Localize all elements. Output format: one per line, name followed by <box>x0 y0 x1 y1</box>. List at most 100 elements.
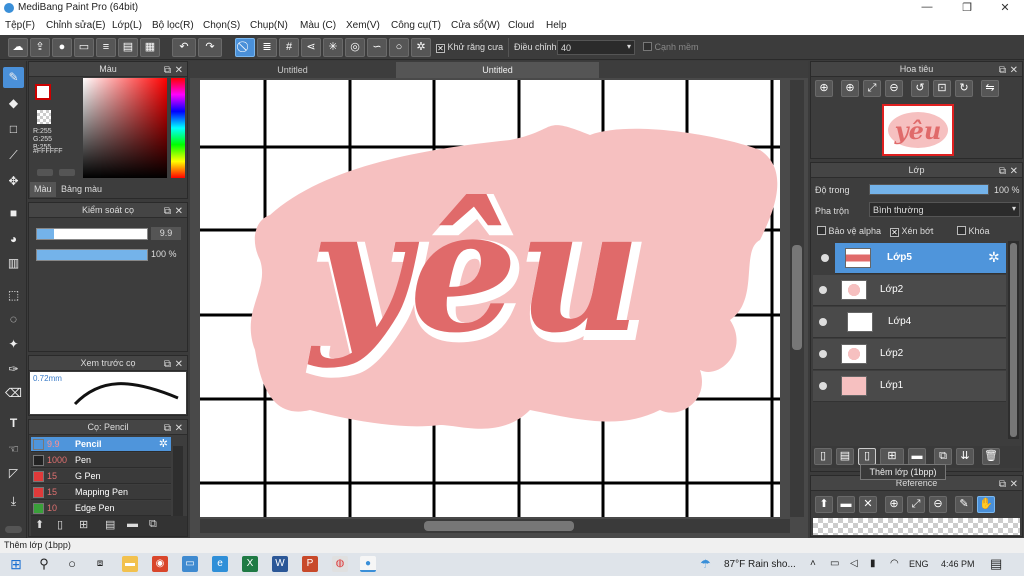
adjust-select[interactable]: 40 ▾ <box>557 40 635 55</box>
menu-help[interactable]: Help <box>546 20 567 31</box>
menu-view[interactable]: Xem(V) <box>346 20 380 31</box>
weather-icon[interactable]: ☂ <box>700 557 711 571</box>
menu-layer[interactable]: Lớp(L) <box>112 20 142 31</box>
circle-snap-icon[interactable]: ◎ <box>345 38 365 57</box>
share-icon[interactable]: ⇪ <box>30 38 50 57</box>
reference-upload-icon[interactable]: ⬆ <box>815 496 833 513</box>
cloud-icon[interactable]: ☁ <box>8 38 28 57</box>
comment-icon[interactable]: ● <box>52 38 72 57</box>
divide-tool-icon[interactable]: ◸ <box>3 463 24 484</box>
zoom-in-2-icon[interactable]: ⊕ <box>841 80 859 97</box>
menu-cloud[interactable]: Cloud <box>508 20 534 31</box>
layer-list-scrollbar[interactable] <box>1008 241 1019 439</box>
new-layer-icon[interactable]: ▯ <box>814 448 832 465</box>
menu-file[interactable]: Tệp(F) <box>5 20 35 31</box>
undo-icon[interactable]: ↶ <box>172 38 196 57</box>
reference-eyedropper-icon[interactable]: ✎ <box>955 496 973 513</box>
clock[interactable]: 4:46 PM <box>941 559 975 569</box>
close-button[interactable]: ✕ <box>986 1 1024 16</box>
layer-scroll-thumb[interactable] <box>1010 243 1017 437</box>
monitor-icon[interactable]: ▭ <box>74 38 94 57</box>
brush-size-slider[interactable] <box>36 228 148 240</box>
clipping-checkbox[interactable]: ✕ Xén bớt <box>890 226 933 237</box>
reference-zoom-in-icon[interactable]: ⊕ <box>885 496 903 513</box>
rotate-right-icon[interactable]: ↻ <box>955 80 973 97</box>
menu-color[interactable]: Màu (C) <box>300 20 336 31</box>
duplicate-layer-icon[interactable]: ⧉ <box>934 448 952 465</box>
language-indicator[interactable]: ENG <box>909 559 929 569</box>
monitor-app-icon[interactable]: ▭ <box>182 556 198 572</box>
tab-untitled-1[interactable]: Untitled <box>190 62 395 78</box>
brush-copy-icon[interactable]: ⧉ <box>149 518 157 531</box>
visibility-eye-icon[interactable] <box>819 382 827 390</box>
notification-icon[interactable]: ▤ <box>990 556 1002 572</box>
brush-list-item[interactable]: 9.9 Pencil ✲ <box>31 437 171 452</box>
close-icon[interactable]: ✕ <box>175 357 183 372</box>
windows-start-icon[interactable]: ⊞ <box>8 556 24 572</box>
layer-row[interactable]: Lớp5 <box>821 243 1006 274</box>
visibility-eye-icon[interactable] <box>819 350 827 358</box>
rotate-reset-icon[interactable]: ⊡ <box>933 80 951 97</box>
layer-row[interactable]: Lớp1 <box>813 371 1006 402</box>
menu-window[interactable]: Cửa sổ(W) <box>451 20 500 31</box>
weather-text[interactable]: 87°F Rain sho... <box>724 559 796 570</box>
drawing-canvas[interactable]: yêu yêu <box>200 80 780 517</box>
line-tool-icon[interactable]: ⟋ <box>3 145 24 166</box>
lasso-tool-icon[interactable]: ◌ <box>3 309 24 330</box>
eraser-tool-icon[interactable]: ◆ <box>3 93 24 114</box>
menu-filter[interactable]: Bộ lọc(R) <box>152 20 194 31</box>
search-icon[interactable]: ⚲ <box>36 556 52 572</box>
visibility-eye-icon[interactable] <box>821 254 829 262</box>
brush-gear-icon[interactable]: ✲ <box>159 437 168 450</box>
brush-list-item[interactable]: 15 Mapping Pen <box>31 485 171 500</box>
powerpoint-icon[interactable]: P <box>302 556 318 572</box>
speaker-icon[interactable]: ◁ <box>850 558 858 569</box>
layer-settings-gear-icon[interactable]: ✲ <box>988 249 1000 266</box>
rectangle-tool-icon[interactable]: □ <box>3 119 24 140</box>
ellipse-snap-icon[interactable]: ○ <box>389 38 409 57</box>
brush-list-item[interactable]: 15 G Pen <box>31 469 171 484</box>
magic-wand-tool-icon[interactable]: ✦ <box>3 334 24 355</box>
grid-snap-icon[interactable]: # <box>279 38 299 57</box>
close-icon[interactable]: ✕ <box>175 63 183 78</box>
fill-rect-tool-icon[interactable]: ■ <box>3 203 24 224</box>
brush-size-value[interactable]: 9.9 <box>151 227 181 240</box>
undock-icon[interactable]: ⧉ <box>164 204 171 219</box>
transparent-swatch[interactable] <box>37 110 51 124</box>
gradient-tool-icon[interactable]: ▥ <box>3 253 24 274</box>
move-tool-icon[interactable]: ✥ <box>3 171 24 192</box>
lock-checkbox[interactable]: Khóa <box>957 226 990 236</box>
app-icon[interactable]: ◉ <box>152 556 168 572</box>
delete-layer-icon[interactable]: 🗑 <box>982 448 1000 465</box>
close-icon[interactable]: ✕ <box>1010 477 1018 492</box>
hue-slider[interactable] <box>171 78 185 178</box>
snap-off-icon[interactable]: ⃠ <box>235 38 255 57</box>
layer-row[interactable]: Lớp2 <box>813 275 1006 306</box>
reference-canvas[interactable] <box>813 518 1020 535</box>
zoom-out-icon[interactable]: ⊖ <box>885 80 903 97</box>
brush-tool-icon[interactable]: ✎ <box>3 67 24 88</box>
select-tool-icon[interactable]: ⬚ <box>3 285 24 306</box>
edge-icon[interactable]: e <box>212 556 228 572</box>
flip-icon[interactable]: ⇋ <box>981 80 999 97</box>
layer-row[interactable]: Lớp2 <box>813 339 1006 370</box>
menu-snap[interactable]: Chụp(N) <box>250 20 288 31</box>
panels-icon[interactable]: ▦ <box>140 38 160 57</box>
vertical-scrollbar[interactable] <box>790 80 804 517</box>
swatch-prev-button[interactable] <box>37 169 53 176</box>
medibang-icon[interactable]: ● <box>360 556 376 572</box>
undock-icon[interactable]: ⧉ <box>164 357 171 372</box>
layer-row[interactable]: Lớp4 <box>813 307 1006 338</box>
smooth-checkbox[interactable]: Cạnh mềm <box>643 42 699 52</box>
tab-color[interactable]: Màu <box>30 182 56 197</box>
menu-tools[interactable]: Công cụ(T) <box>391 20 441 31</box>
layer-opacity-slider[interactable] <box>869 184 989 195</box>
color-picker-square[interactable] <box>83 78 167 178</box>
chrome-icon[interactable]: ◍ <box>332 556 348 572</box>
cloud-brush-icon[interactable]: ⬆ <box>35 518 44 531</box>
reference-open-icon[interactable]: ▬ <box>837 496 855 513</box>
settings-snap-icon[interactable]: ✲ <box>411 38 431 57</box>
visibility-eye-icon[interactable] <box>819 318 827 326</box>
vertical-scroll-thumb[interactable] <box>792 245 802 350</box>
network-icon[interactable]: ▭ <box>830 558 839 569</box>
